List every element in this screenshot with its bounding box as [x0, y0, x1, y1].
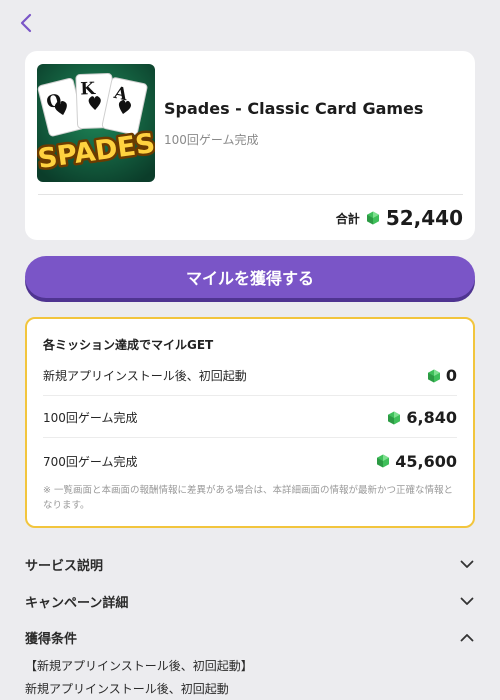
chevron-down-icon: [459, 556, 475, 572]
mission-label: 700回ゲーム完成: [43, 454, 138, 469]
divider: [38, 194, 463, 195]
mission-value-text: 6,840: [406, 408, 457, 427]
app-card: Q K A SPADES SPADES Spades - Classic Car…: [25, 51, 475, 240]
mission-note: ※ 一覧画面と本画面の報酬情報に差異がある場合は、本詳細画面の情報が最新かつ正確…: [43, 485, 453, 511]
gem-icon: [427, 369, 440, 382]
accordion-label: サービス説明: [25, 558, 104, 574]
total-value: 52,440: [385, 206, 463, 230]
mission-value-text: 45,600: [395, 451, 457, 471]
mission-value-text: 0: [445, 366, 457, 385]
top-bar: [0, 0, 500, 48]
mission-value: 0: [427, 366, 457, 385]
mission-value: 6,840: [387, 408, 457, 427]
chevron-up-icon: [459, 629, 475, 645]
mission-value: 45,600: [376, 452, 457, 471]
mission-row: 700回ゲーム完成 45,600: [43, 441, 457, 481]
app-thumbnail[interactable]: Q K A SPADES SPADES: [37, 64, 155, 182]
chevron-down-icon: [459, 593, 475, 609]
gem-icon: [388, 411, 401, 424]
app-title: Spades - Classic Card Games: [164, 99, 424, 118]
accordion-acquisition-conditions[interactable]: 獲得条件: [25, 623, 475, 651]
accordion-campaign-details[interactable]: キャンペーン詳細: [25, 587, 475, 615]
total-miles: 合計 52,440: [336, 206, 463, 230]
conditions-text: 新規アプリインストール後、初回起動: [25, 682, 229, 696]
conditions-heading: 【新規アプリインストール後、初回起動】: [25, 659, 253, 673]
back-button[interactable]: [14, 10, 38, 36]
mission-label: 100回ゲーム完成: [43, 411, 138, 425]
chevron-left-icon: [20, 13, 32, 33]
accordion-service-description[interactable]: サービス説明: [25, 550, 475, 578]
accordion-label: キャンペーン詳細: [25, 595, 129, 611]
gem-icon: [366, 211, 379, 225]
app-thumbnail-image: Q K A SPADES SPADES: [37, 64, 155, 182]
card-k-label: K: [80, 79, 97, 100]
mission-box: 各ミッション達成でマイルGET 新規アプリインストール後、初回起動 0 100回…: [25, 317, 475, 528]
total-label: 合計: [335, 211, 360, 226]
gem-icon: [377, 454, 390, 468]
accordion-label: 獲得条件: [25, 631, 78, 647]
mission-title: 各ミッション達成でマイルGET: [43, 338, 214, 352]
app-subtitle: 100回ゲーム完成: [164, 133, 259, 147]
mission-row: 100回ゲーム完成 6,840: [43, 398, 457, 438]
earn-miles-button[interactable]: マイルを獲得する: [25, 256, 475, 298]
mission-label: 新規アプリインストール後、初回起動: [43, 369, 247, 383]
mission-row: 新規アプリインストール後、初回起動 0: [43, 356, 457, 396]
